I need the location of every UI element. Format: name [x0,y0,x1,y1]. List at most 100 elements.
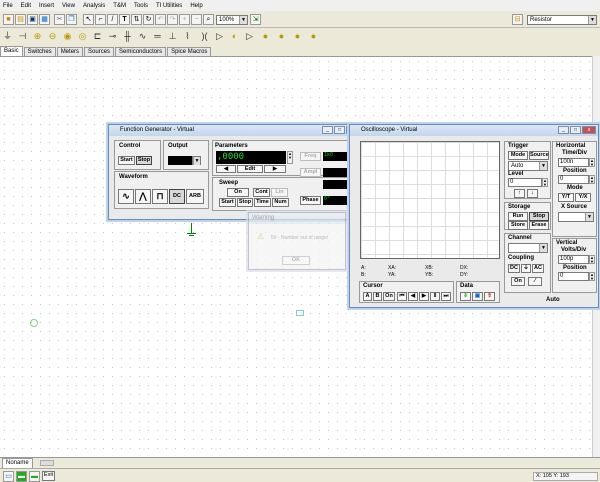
current-source-icon[interactable]: ⊖ [47,31,58,42]
stop-button[interactable]: Stop [529,212,549,221]
dc-button[interactable]: DC [169,189,185,204]
analysis-icon[interactable]: ⇲ [250,14,261,25]
rising-edge-icon[interactable]: ↑ [514,189,525,198]
sweep-on-button[interactable]: On [227,188,249,197]
status-icon-1[interactable]: ▭ [3,471,14,482]
line-icon[interactable]: / [107,14,118,25]
dc-coupling-button[interactable]: DC [508,264,520,273]
save-data-icon[interactable]: ▣ [472,292,483,301]
pointer-icon[interactable]: ↖ [83,14,94,25]
inductor-h-icon[interactable]: ⌇ [182,31,193,42]
open-icon[interactable]: ▤ [15,14,26,25]
resistor-h-icon[interactable]: ═ [152,31,163,42]
capacitor-icon[interactable]: ╫ [122,31,133,42]
voltage-source-icon[interactable]: ⊕ [32,31,43,42]
transformer-icon[interactable]: )( [199,31,210,42]
menu-tm[interactable]: T&M [113,3,126,9]
position-spinner[interactable]: ▲ ▼ [589,175,595,184]
zoom-out-icon[interactable]: − [191,14,202,25]
flip-icon[interactable]: ⇅ [131,14,142,25]
arb-button[interactable]: ARB [186,189,204,204]
redo-icon[interactable]: ↷ [167,14,178,25]
meter-icon[interactable]: ● [276,31,287,42]
square-wave-icon[interactable]: ⊓ [152,189,168,204]
opamp-icon[interactable]: ▷ [244,31,255,42]
resistor-icon[interactable]: ⊏ [92,31,103,42]
status-icon-2[interactable]: ▬ [16,471,27,482]
copy-icon[interactable]: ❐ [66,14,77,25]
exit-button[interactable]: Exit [42,471,55,481]
store-button[interactable]: Store [508,221,528,230]
freq-button[interactable]: Freq [300,152,321,161]
tab-switches[interactable]: Switches [23,47,56,56]
tab-noname[interactable]: Noname [2,458,33,468]
prev-icon[interactable]: ◀ [408,292,418,301]
undo-icon[interactable]: ↶ [155,14,166,25]
tab-meters[interactable]: Meters [56,47,84,56]
x-source-select[interactable]: ▼ [558,212,594,222]
generator-icon[interactable]: ◉ [62,31,73,42]
position-field[interactable]: 0 [558,175,589,184]
volts-div-spinner[interactable]: ▲ ▼ [589,255,595,264]
maximize-icon[interactable]: □ [334,126,345,134]
arrow-left-icon[interactable]: ◀ [216,165,236,173]
save-icon[interactable]: ▣ [27,14,38,25]
inductor-icon[interactable]: ∿ [137,31,148,42]
last-icon[interactable]: ⏭ [441,292,451,301]
status-icon-3[interactable]: ▬ [29,471,40,482]
close-icon[interactable]: x [582,126,596,134]
output-dropdown[interactable]: ▼ [192,156,201,165]
menu-tools[interactable]: Tools [134,3,148,9]
export-icon[interactable]: ⇩ [460,292,471,301]
ok-button[interactable]: OK [282,256,310,265]
sweep-start-button[interactable]: Start [219,198,236,207]
stop-button[interactable]: Stop [136,156,152,165]
tab-basic[interactable]: Basic [0,46,23,56]
signal-source-icon[interactable]: ◎ [77,31,88,42]
voltmeter-icon[interactable]: ● [308,31,319,42]
horizontal-scrollbar[interactable] [40,460,54,466]
yt-button[interactable]: Y/T [558,193,574,202]
lin-button[interactable]: Lin [271,188,288,197]
tab-sources[interactable]: Sources [84,47,115,56]
vertical-position-spinner[interactable]: ▲ ▼ [589,272,595,281]
yx-button[interactable]: Y/X [575,193,591,202]
cursor-b-button[interactable]: B [373,292,382,301]
minimize-icon[interactable]: _ [558,126,569,134]
time-div-field[interactable]: 100n [558,158,589,167]
minimize-icon[interactable]: _ [322,126,333,134]
cont-button[interactable]: Cont [253,188,270,197]
tab-spice-macros[interactable]: Spice Macros [167,47,212,56]
cursor-on-button[interactable]: On [383,292,395,301]
menu-insert[interactable]: Insert [39,3,54,9]
level-field[interactable]: 0 [508,178,542,187]
probe-icon[interactable]: ⁄ [528,277,542,286]
wire-icon[interactable]: ⌐ [95,14,106,25]
parameter-spinner[interactable]: ▲ ▼ [287,151,293,164]
print-icon[interactable]: ▦ [39,14,50,25]
function-generator-titlebar[interactable]: Function Generator - Virtual _□x [109,125,362,136]
triangle-wave-icon[interactable]: ⋀ [135,189,151,204]
edit-button[interactable]: Edit [237,165,263,173]
lamp-icon[interactable]: ● [260,31,271,42]
channel-on-button[interactable]: On [511,277,525,286]
menu-edit[interactable]: Edit [21,3,31,9]
zoom-in-icon[interactable]: + [179,14,190,25]
sweep-stop-button[interactable]: Stop [237,198,253,207]
led-icon[interactable]: ◐ [229,31,240,42]
ac-coupling-button[interactable]: AC [532,264,544,273]
new-icon[interactable]: ■ [3,14,14,25]
time-button[interactable]: Time [254,198,271,207]
menu-view[interactable]: View [62,3,75,9]
tab-semiconductors[interactable]: Semiconductors [115,47,167,56]
falling-edge-icon[interactable]: ↓ [527,189,538,198]
diode-icon[interactable]: ▷ [214,31,225,42]
ground-coupling-icon[interactable]: ⏚ [521,264,531,273]
first-icon[interactable]: ⏮ [397,292,407,301]
arrow-right-icon[interactable]: ▶ [264,165,286,173]
menu-file[interactable]: File [3,3,13,9]
phase-button[interactable]: Phase [300,196,321,205]
erase-button[interactable]: Erase [529,221,549,230]
zoom-select[interactable]: 100% ▼ [216,15,248,25]
import-icon[interactable]: ⇧ [484,292,495,301]
